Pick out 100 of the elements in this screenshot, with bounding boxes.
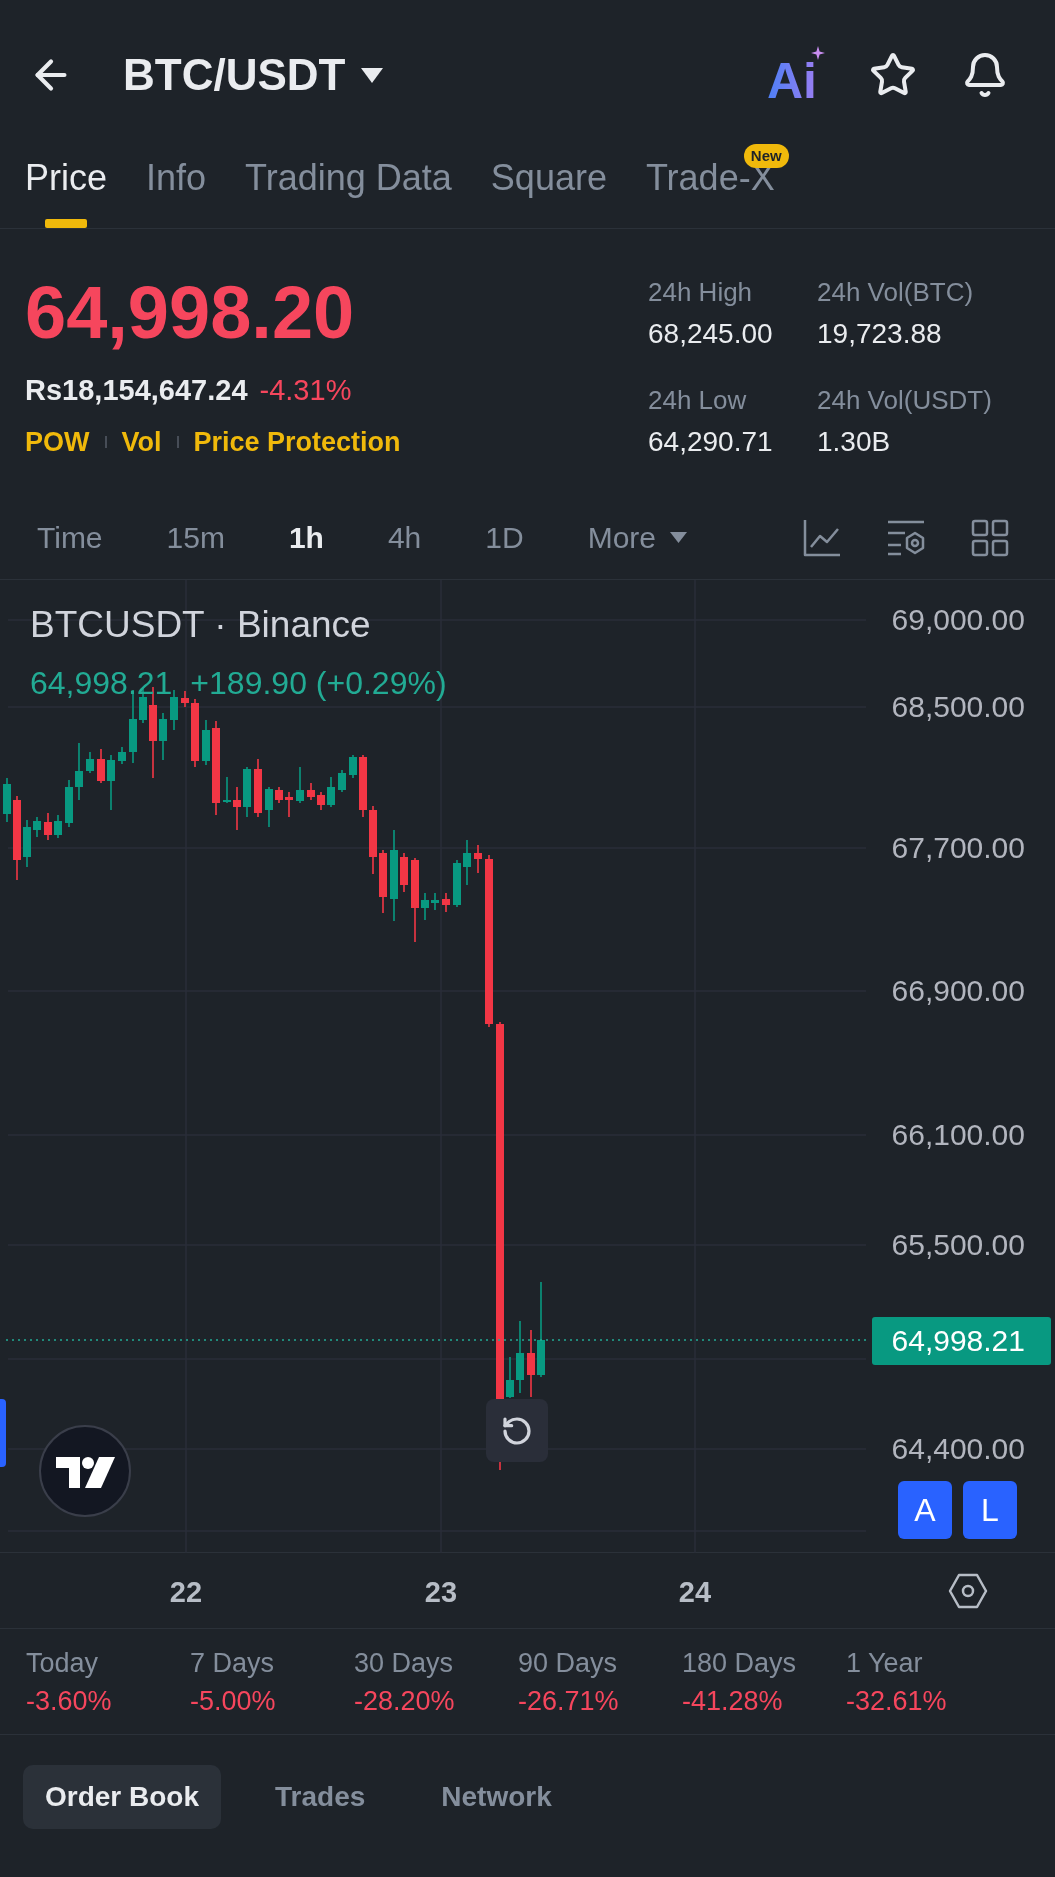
chart-symbol-title: BTCUSDT · Binance [30,604,371,646]
tag-link[interactable]: Vol [121,426,162,458]
reset-view-button[interactable] [486,1399,548,1462]
candlestick [23,819,31,868]
price-axis-label: 65,500.00 [891,1228,1025,1262]
candlestick [369,805,377,875]
candlestick [307,782,315,801]
stat-value: 68,245.00 [648,318,774,350]
period-change: -5.00% [190,1686,277,1716]
tab[interactable]: Trading Data [245,150,452,228]
candlestick [327,776,335,808]
tab[interactable]: Square [490,150,607,228]
stat-value: 19,723.88 [817,318,943,350]
period-label: 90 Days [518,1648,619,1678]
caret-down-icon [361,67,384,83]
date-axis-label: 23 [424,1575,458,1609]
candlestick [97,748,105,784]
candlestick [421,892,429,921]
tab[interactable]: Info [146,150,207,228]
last-price: 64,998.20 [25,273,356,353]
period-change: -3.60% [26,1686,113,1716]
candlestick [75,742,83,801]
candlestick [296,766,304,804]
period-label: Today [26,1648,100,1678]
stat-label: 24h Vol(BTC) [817,276,975,308]
candlestick [86,751,94,774]
stat-label: 24h High [648,276,754,308]
sparkle-icon [811,46,825,60]
side-panel-handle[interactable] [0,1399,6,1467]
candlestick [506,1356,514,1399]
current-price-tag: 64,998.21 [872,1317,1051,1365]
candlestick [285,791,293,818]
candlestick [275,786,283,804]
candlestick [379,849,387,914]
period-change: -28.20% [354,1686,456,1716]
interval-tab[interactable]: Time [37,519,103,556]
period-label: 1 Year [846,1648,924,1678]
period-label: 30 Days [354,1648,455,1678]
interval-tab[interactable]: 15m [166,519,225,556]
candlestick [181,690,189,708]
grid-layout-icon[interactable] [971,518,1009,557]
scale-mode-button[interactable]: L [963,1481,1017,1539]
chart-last-price: 64,998.21 [30,665,173,701]
period-change: -26.71% [518,1686,620,1716]
tab[interactable]: Price [25,150,108,228]
candlestick [527,1329,535,1398]
price-axis-label: 66,900.00 [891,974,1025,1008]
candlestick [254,758,262,818]
settings-icon[interactable] [948,1573,988,1609]
date-axis-label: 22 [169,1575,203,1609]
period-change: -41.28% [682,1686,784,1716]
more-dropdown[interactable]: More [587,519,688,556]
stat-value: 1.30B [817,426,892,458]
candlestick [159,712,167,761]
candlestick [349,754,357,779]
candlestick [474,844,482,874]
local-currency-price: Rs18,154,647.24 [25,373,248,407]
candlestick [54,814,62,839]
candlestick [317,791,325,811]
caret-down-icon [670,532,688,543]
candlestick [44,812,52,841]
candlestick [442,892,450,913]
candlestick [107,754,115,811]
pair-selector[interactable]: BTC/USDT [123,49,384,101]
date-axis-label: 24 [678,1575,712,1609]
candlestick [463,839,471,886]
interval-tab[interactable]: 4h [387,519,422,556]
candlestick [265,786,273,828]
period-label: 180 Days [682,1648,798,1678]
period-change: -32.61% [846,1686,948,1716]
stat-value: 64,290.71 [648,426,774,458]
logo-icon[interactable] [39,1425,131,1517]
section-tab[interactable]: Order Book [23,1765,222,1829]
section-tab[interactable]: Network [419,1765,574,1829]
candlestick [453,859,461,908]
new-badge: New [743,144,789,168]
tag-link[interactable]: Price Protection [193,426,401,458]
line-chart-icon[interactable] [803,518,841,557]
candlestick [118,746,126,765]
candlestick [33,816,41,838]
candlestick [65,779,73,828]
candlestick [243,766,251,818]
indicator-settings-icon[interactable] [887,518,925,557]
stat-label: 24h Low [648,384,748,416]
chart-price-change: +189.90 (+0.29%) [190,665,447,701]
tag-link[interactable]: POW [25,426,90,458]
candlestick [223,776,231,804]
price-axis-label: 66,100.00 [891,1118,1025,1152]
candlestick [431,892,439,911]
scale-mode-button[interactable]: A [898,1481,952,1539]
period-label: 7 Days [190,1648,276,1678]
price-change-percent: -4.31% [259,373,352,407]
price-axis-label: 64,400.00 [891,1432,1025,1466]
interval-tab[interactable]: 1h [288,519,324,556]
interval-tab[interactable]: 1D [485,519,524,556]
rotate-icon [501,1414,533,1447]
candlestick [3,777,11,823]
candlestick [400,852,408,893]
section-tab[interactable]: Trades [253,1765,388,1829]
price-axis-label: 69,000.00 [891,603,1025,637]
